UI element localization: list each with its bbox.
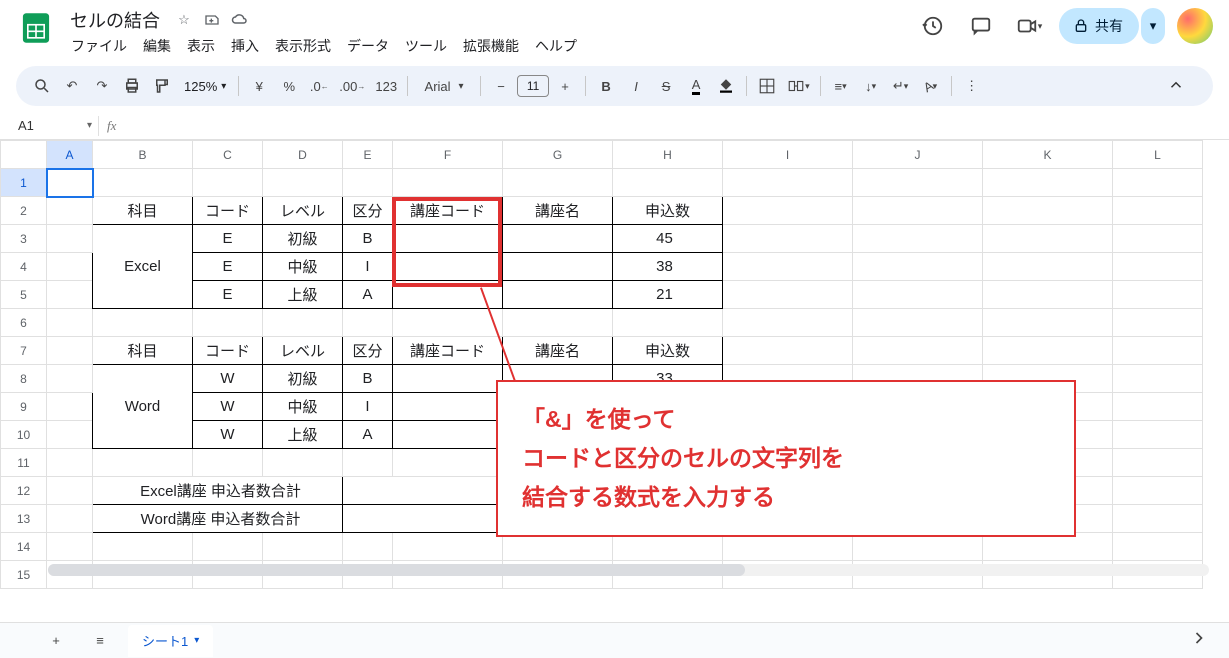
row-13[interactable]: 13 [1,505,47,533]
menu-file[interactable]: ファイル [64,32,134,60]
italic-icon[interactable]: I [622,72,650,100]
valign-icon[interactable]: ↓ ▾ [857,72,885,100]
menu-edit[interactable]: 編集 [136,32,178,60]
share-label: 共有 [1095,16,1123,36]
col-K[interactable]: K [983,141,1113,169]
font-select[interactable]: Arial ▾ [414,72,474,100]
percent-icon[interactable]: % [275,72,303,100]
menu-data[interactable]: データ [340,32,396,60]
print-icon[interactable] [118,72,146,100]
menu-insert[interactable]: 挿入 [224,32,266,60]
title-area: セルの結合 ☆ ファイル 編集 表示 挿入 表示形式 データ ツール 拡張機能 … [64,8,584,58]
col-B[interactable]: B [93,141,193,169]
font-inc-icon[interactable]: + [551,72,579,100]
borders-icon[interactable] [753,72,781,100]
halign-icon[interactable]: ≡ ▾ [827,72,855,100]
dec-decrease-icon[interactable]: .0← [305,72,333,100]
menu-tools[interactable]: ツール [398,32,454,60]
row-12[interactable]: 12 [1,477,47,505]
explore-icon[interactable] [1189,628,1213,652]
formula-input[interactable] [124,112,1229,139]
col-G[interactable]: G [503,141,613,169]
row-15[interactable]: 15 [1,561,47,589]
share-button[interactable]: 共有 [1059,8,1139,44]
row-2[interactable]: 2 [1,197,47,225]
history-icon[interactable] [915,8,951,44]
h-scrollbar[interactable] [48,564,1209,576]
menu-view[interactable]: 表示 [180,32,222,60]
menu-bar: ファイル 編集 表示 挿入 表示形式 データ ツール 拡張機能 ヘルプ [64,34,584,58]
all-sheets-icon[interactable]: ≡ [84,625,116,657]
menu-help[interactable]: ヘルプ [528,32,584,60]
sheets-logo[interactable] [16,8,56,48]
doc-title[interactable]: セルの結合 [64,5,166,35]
header: セルの結合 ☆ ファイル 編集 表示 挿入 表示形式 データ ツール 拡張機能 … [0,0,1229,58]
move-icon[interactable] [202,10,222,30]
merge-icon[interactable]: ▾ [783,72,814,100]
col-H[interactable]: H [613,141,723,169]
col-I[interactable]: I [723,141,853,169]
row-5[interactable]: 5 [1,281,47,309]
menu-format[interactable]: 表示形式 [268,32,338,60]
redo-icon[interactable]: ↷ [88,72,116,100]
dec-increase-icon[interactable]: .00→ [335,72,369,100]
search-icon[interactable] [28,72,56,100]
header-right: ▾ 共有 ▾ [915,8,1213,44]
row-6[interactable]: 6 [1,309,47,337]
row-7[interactable]: 7 [1,337,47,365]
currency-icon[interactable]: ¥ [245,72,273,100]
formula-bar: A1▾ fx [0,112,1229,140]
cloud-icon[interactable] [230,10,250,30]
meet-icon[interactable]: ▾ [1011,8,1047,44]
grid-area: ABCDEFGHIJKL 1 2 科目 コード レベル 区分 講座コード 講座名… [0,140,1229,614]
toolbar: ↶ ↷ 125% ▾ ¥ % .0← .00→ 123 Arial ▾ − 11… [16,66,1213,106]
text-color-icon[interactable]: A [682,72,710,100]
strike-icon[interactable]: S [652,72,680,100]
row-3[interactable]: 3 [1,225,47,253]
callout-box: 「&」を使って コードと区分のセルの文字列を 結合する数式を入力する [496,380,1076,537]
sheet-tabs-bar: + ≡ シート1 ▾ [0,622,1229,658]
callout-line3: 結合する数式を入力する [522,478,1050,517]
collapse-toolbar-icon[interactable] [1167,76,1185,97]
font-size-input[interactable]: 11 [517,75,549,97]
row-8[interactable]: 8 [1,365,47,393]
paint-format-icon[interactable] [148,72,176,100]
zoom-select[interactable]: 125% ▾ [178,79,232,94]
row-9[interactable]: 9 [1,393,47,421]
col-E[interactable]: E [343,141,393,169]
avatar[interactable] [1177,8,1213,44]
menu-ext[interactable]: 拡張機能 [456,32,526,60]
wrap-icon[interactable]: ↵ ▾ [887,72,915,100]
star-icon[interactable]: ☆ [174,10,194,30]
share-dropdown[interactable]: ▾ [1141,8,1165,44]
bold-icon[interactable]: B [592,72,620,100]
undo-icon[interactable]: ↶ [58,72,86,100]
font-dec-icon[interactable]: − [487,72,515,100]
col-C[interactable]: C [193,141,263,169]
add-sheet-icon[interactable]: + [40,625,72,657]
fx-icon: fx [107,118,116,134]
col-A[interactable]: A [47,141,93,169]
row-14[interactable]: 14 [1,533,47,561]
name-box[interactable]: A1▾ [10,118,98,133]
row-4[interactable]: 4 [1,253,47,281]
callout-line1: 「&」を使って [522,400,1050,439]
col-F[interactable]: F [393,141,503,169]
sheet-tab-1[interactable]: シート1 ▾ [128,625,213,657]
col-D[interactable]: D [263,141,343,169]
more-icon[interactable]: ⋮ [958,72,986,100]
callout-line2: コードと区分のセルの文字列を [522,439,1050,478]
row-10[interactable]: 10 [1,421,47,449]
rotate-icon[interactable]: A ▾ [917,72,945,100]
col-header-row: ABCDEFGHIJKL [1,141,1203,169]
comment-icon[interactable] [963,8,999,44]
more-formats-icon[interactable]: 123 [371,72,401,100]
cell-A1[interactable] [47,169,93,197]
row-1[interactable]: 1 [1,169,47,197]
col-J[interactable]: J [853,141,983,169]
fill-color-icon[interactable] [712,72,740,100]
col-L[interactable]: L [1113,141,1203,169]
row-11[interactable]: 11 [1,449,47,477]
